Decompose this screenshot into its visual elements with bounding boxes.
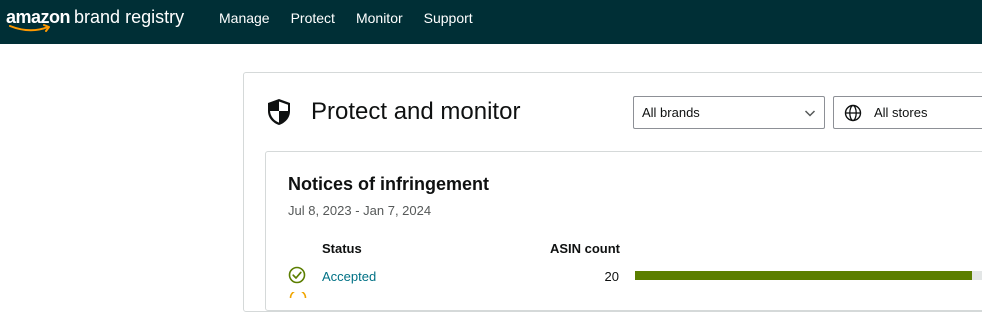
store-select-value: All stores	[874, 105, 928, 120]
nav-item-monitor[interactable]: Monitor	[356, 10, 403, 26]
main-nav: Manage Protect Monitor Support	[219, 0, 494, 36]
logo-brand-registry-text: brand registry	[74, 7, 185, 27]
status-link-accepted[interactable]: Accepted	[322, 269, 376, 284]
brand-registry-logo[interactable]: amazon brand registry	[6, 6, 184, 34]
amazon-smile-icon	[9, 24, 50, 32]
nav-item-protect[interactable]: Protect	[291, 10, 335, 26]
progress-bar-accepted	[635, 271, 982, 280]
asin-count-accepted: 20	[604, 269, 619, 284]
page-title: Protect and monitor	[311, 98, 521, 125]
check-circle-icon	[288, 266, 306, 284]
globe-icon	[844, 104, 862, 122]
pending-status-icon	[289, 292, 307, 298]
top-nav-bar: amazon brand registry Manage Protect Mon…	[0, 0, 982, 44]
date-range: Jul 8, 2023 - Jan 7, 2024	[288, 203, 432, 218]
nav-item-manage[interactable]: Manage	[219, 10, 270, 26]
brand-select[interactable]: All brands	[633, 96, 825, 129]
brand-select-value: All brands	[642, 105, 700, 120]
shield-icon	[268, 99, 290, 125]
nav-item-support[interactable]: Support	[424, 10, 473, 26]
column-header-asin-count: ASIN count	[549, 241, 620, 256]
column-header-status: Status	[322, 241, 362, 256]
chevron-down-icon	[804, 110, 816, 117]
progress-bar-fill	[635, 271, 972, 280]
notices-card-title: Notices of infringement	[288, 174, 490, 194]
store-select[interactable]: All stores	[833, 96, 982, 129]
